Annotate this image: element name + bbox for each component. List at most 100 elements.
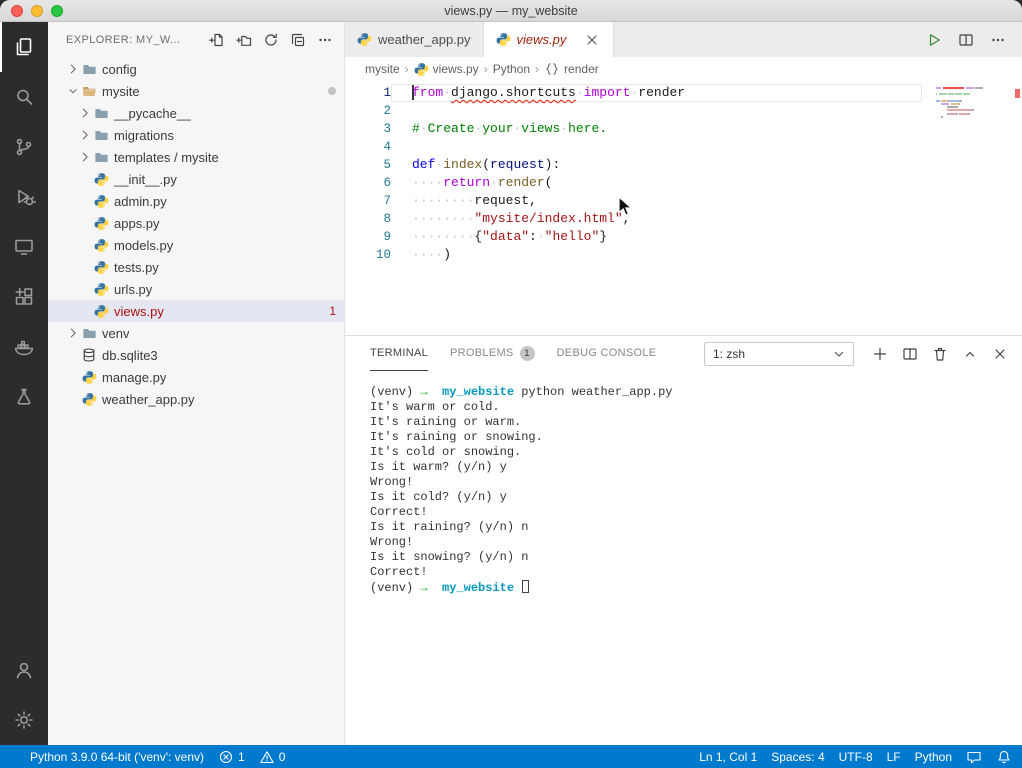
status-label: Python 3.9.0 64-bit ('venv': venv) [30, 749, 205, 764]
tree-item-views-py[interactable]: views.py 1 [48, 300, 344, 322]
tree-item-weather-app-py[interactable]: weather_app.py [48, 388, 344, 410]
minimize-window-button[interactable] [31, 5, 43, 17]
tree-item-urls-py[interactable]: urls.py [48, 278, 344, 300]
tab-views-py[interactable]: views.py [483, 22, 614, 57]
chevron-down-icon[interactable] [66, 83, 80, 99]
python-icon [92, 172, 110, 187]
status-notifications[interactable] [996, 749, 1012, 765]
minimap-token [958, 102, 961, 105]
terminal-shell-select[interactable]: 1: zsh [704, 341, 854, 366]
explorer-sidebar: EXPLORER: MY_W... config mysite __pycache_… [48, 22, 345, 745]
status-indentation[interactable]: Spaces: 4 [771, 750, 824, 764]
code-token: ···· [412, 175, 444, 190]
terminal-line: Correct! [370, 565, 1022, 580]
chevron-right-icon[interactable] [66, 325, 80, 341]
tree-item-venv[interactable]: venv [48, 322, 344, 344]
activity-item-remote-explorer[interactable] [0, 222, 48, 272]
split-editor-button[interactable] [958, 32, 974, 48]
editor-code-area[interactable]: 1 from·django.shortcuts·import·render 2 3 #·… [345, 81, 1022, 335]
maximize-panel-button[interactable] [962, 346, 978, 362]
code-line-content [391, 102, 922, 120]
status-error-count[interactable]: 1 [218, 749, 245, 765]
minimap-token [941, 102, 950, 105]
terminal-output[interactable]: (venv) → my_website python weather_app.p… [345, 371, 1022, 745]
activity-item-manage[interactable] [0, 695, 48, 745]
kill-terminal-button[interactable] [932, 346, 948, 362]
tree-item-manage-py[interactable]: manage.py [48, 366, 344, 388]
status-encoding[interactable]: UTF-8 [839, 750, 873, 764]
minimap-line [936, 115, 1008, 118]
close-panel-button[interactable] [992, 346, 1008, 362]
collapse-folders-button[interactable] [289, 31, 307, 49]
close-icon[interactable] [584, 32, 600, 48]
tree-item-templates-mysite[interactable]: templates / mysite [48, 146, 344, 168]
status-language-mode[interactable]: Python [915, 750, 952, 764]
status-label: UTF-8 [838, 749, 873, 764]
activity-item-testing[interactable] [0, 372, 48, 422]
activity-bar-spacer [0, 422, 48, 645]
run-python-file-button[interactable] [926, 32, 942, 48]
tab-weather-app-py[interactable]: weather_app.py [345, 22, 484, 57]
tree-item-init-py[interactable]: __init__.py [48, 168, 344, 190]
activity-item-extensions[interactable] [0, 272, 48, 322]
tree-item-admin-py[interactable]: admin.py [48, 190, 344, 212]
breadcrumb-item-python[interactable]: Python [493, 62, 530, 76]
tree-item-models-py[interactable]: models.py [48, 234, 344, 256]
split-terminal-button[interactable] [902, 346, 918, 362]
breadcrumb-label: render [564, 62, 599, 76]
breadcrumb-item-render[interactable]: render [544, 61, 599, 77]
refresh-explorer-button[interactable] [262, 31, 280, 49]
chevron-right-icon[interactable] [78, 149, 92, 165]
activity-item-explorer[interactable] [0, 22, 48, 72]
tree-item-apps-py[interactable]: apps.py [48, 212, 344, 234]
activity-item-docker[interactable] [0, 322, 48, 372]
chevron-right-icon[interactable] [66, 61, 80, 77]
tree-item-migrations[interactable]: migrations [48, 124, 344, 146]
code-line: 5 def·index(request): [345, 156, 1022, 174]
code-token: } [599, 229, 608, 244]
tree-item-tests-py[interactable]: tests.py [48, 256, 344, 278]
activity-item-source-control[interactable] [0, 122, 48, 172]
minimap-token [950, 102, 959, 105]
tree-item-label: apps.py [114, 215, 160, 231]
new-file-button[interactable] [208, 31, 226, 49]
error-count-badge: 1 [329, 304, 336, 318]
panel-tab-problems[interactable]: PROBLEMS 1 [450, 336, 535, 371]
activity-item-search[interactable] [0, 72, 48, 122]
terminal-text: It's warm or cold. [370, 400, 500, 414]
close-window-button[interactable] [11, 5, 23, 17]
new-folder-button[interactable] [235, 31, 253, 49]
zoom-window-button[interactable] [51, 5, 63, 17]
minimap[interactable] [936, 87, 1008, 119]
breadcrumb-item-mysite[interactable]: mysite [365, 62, 400, 76]
python-icon [92, 194, 110, 209]
status-feedback[interactable] [966, 749, 982, 765]
more-editor-actions-button[interactable] [990, 32, 1006, 48]
panel-tab-terminal[interactable]: TERMINAL [370, 336, 429, 371]
status-cursor-position[interactable]: Ln 1, Col 1 [699, 750, 757, 764]
status-warning-count[interactable]: 0 [259, 749, 285, 765]
titlebar[interactable]: views.py — my_website [0, 0, 1022, 22]
plus-icon [872, 346, 888, 362]
code-line-content: ········{"data":·"hello"} [391, 228, 922, 246]
minimap-line [936, 90, 1008, 92]
activity-item-run-and-debug[interactable] [0, 172, 48, 222]
activity-item-accounts[interactable] [0, 645, 48, 695]
explorer-header: EXPLORER: MY_W... [48, 22, 344, 58]
status-eol-sequence[interactable]: LF [887, 750, 901, 764]
more-actions-button[interactable] [316, 31, 334, 49]
tree-item-pycache[interactable]: __pycache__ [48, 102, 344, 124]
tree-item-config[interactable]: config [48, 58, 344, 80]
panel-tab-debug-console[interactable]: DEBUG CONSOLE [557, 336, 657, 371]
chevron-right-icon[interactable] [78, 127, 92, 143]
breadcrumb-label: views.py [432, 62, 479, 76]
tree-item-mysite[interactable]: mysite [48, 80, 344, 102]
minimap-token [936, 106, 947, 108]
breadcrumb-item-views-py[interactable]: views.py [414, 62, 479, 77]
status-python-interpreter[interactable]: Python 3.9.0 64-bit ('venv': venv) [30, 750, 204, 764]
tree-item-db-sqlite3[interactable]: db.sqlite3 [48, 344, 344, 366]
overview-ruler-error-mark [1015, 89, 1020, 98]
extensions-icon [12, 285, 36, 309]
new-terminal-button[interactable] [872, 346, 888, 362]
chevron-right-icon[interactable] [78, 105, 92, 121]
